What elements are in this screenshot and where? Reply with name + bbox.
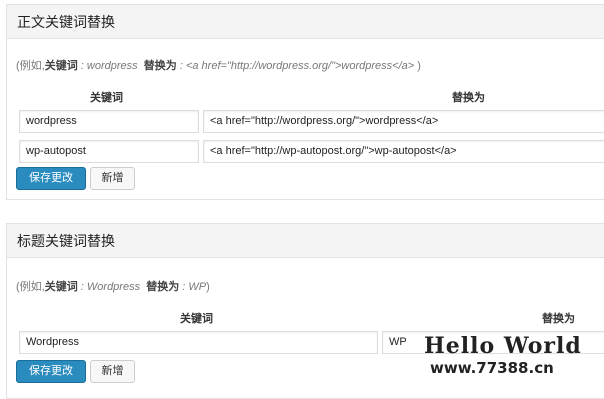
watermark-logo-text: Hello World <box>424 333 582 359</box>
content-replace-input-1[interactable]: <a href="http://wordpress.org/">wordpres… <box>203 110 604 133</box>
content-keyword-column-header: 关键词 <box>90 92 123 104</box>
title-save-button[interactable]: 保存更改 <box>16 360 86 383</box>
content-save-button[interactable]: 保存更改 <box>16 167 86 190</box>
title-keyword-example: (例如,关键词 : Wordpress 替换为 : WP) <box>16 281 210 293</box>
title-keyword-panel-title: 标题关键词替换 <box>7 224 604 258</box>
content-replace-column-header: 替换为 <box>452 92 485 104</box>
title-keyword-input-1[interactable]: Wordpress <box>19 331 378 354</box>
content-keyword-example: (例如,关键词 : wordpress 替换为 : <a href="http:… <box>16 60 421 72</box>
title-keyword-column-header: 关键词 <box>180 313 213 325</box>
content-keyword-panel-title: 正文关键词替换 <box>7 5 604 39</box>
title-add-button[interactable]: 新增 <box>90 360 135 383</box>
title-replace-column-header: 替换为 <box>542 313 575 325</box>
content-keyword-input-2[interactable]: wp-autopost <box>19 140 199 163</box>
content-add-button[interactable]: 新增 <box>90 167 135 190</box>
content-replace-input-2[interactable]: <a href="http://wp-autopost.org/">wp-aut… <box>203 140 604 163</box>
content-keyword-input-1[interactable]: wordpress <box>19 110 199 133</box>
watermark-url: www.77388.cn <box>430 359 554 377</box>
